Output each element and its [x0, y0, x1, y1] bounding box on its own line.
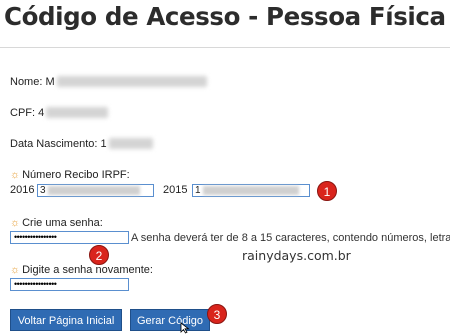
divider — [0, 47, 450, 48]
receipt-row: ☼ Número Recibo IRPF: — [10, 169, 130, 181]
name-label: Nome: M — [10, 76, 55, 88]
name-value-blurred — [56, 76, 207, 87]
step-badge-2: 2 — [89, 245, 109, 265]
year-a-label: 2016 — [10, 184, 35, 196]
page-title: Código de Acesso - Pessoa Física — [4, 2, 446, 31]
receipt-label: Número Recibo IRPF: — [22, 169, 130, 181]
cpf-value-blurred — [46, 107, 109, 118]
confirm-password-value: •••••••••••••••• — [14, 279, 57, 289]
name-row: Nome: M — [10, 76, 207, 88]
password-row: ☼ Crie uma senha: — [10, 217, 103, 229]
required-icon: ☼ — [10, 169, 21, 181]
receipt-2015-input[interactable]: 1 — [192, 184, 310, 197]
required-icon: ☼ — [10, 217, 21, 229]
cpf-label: CPF: 4 — [10, 107, 45, 119]
confirm-row: ☼ Digite a senha novamente: — [10, 264, 153, 276]
birth-label: Data Nascimento: 1 — [10, 138, 107, 150]
receipt-2016-input[interactable]: 3 — [37, 184, 154, 197]
password-hint: A senha deverá ter de 8 a 15 caracteres,… — [131, 232, 450, 244]
step-badge-3: 3 — [207, 304, 227, 324]
year-b-label: 2015 — [163, 184, 188, 196]
back-home-button[interactable]: Voltar Página Inicial — [10, 309, 122, 331]
password-value: •••••••••••••••• — [14, 232, 57, 242]
confirm-label: Digite a senha novamente: — [22, 264, 153, 276]
watermark: rainydays.com.br — [242, 248, 351, 263]
cursor-icon — [180, 322, 190, 334]
cpf-row: CPF: 4 — [10, 107, 109, 119]
receipt-2016-blurred — [48, 186, 140, 195]
birth-value-blurred — [108, 138, 153, 149]
confirm-password-input[interactable]: •••••••••••••••• — [10, 278, 129, 291]
password-label: Crie uma senha: — [22, 217, 103, 229]
required-icon: ☼ — [10, 264, 21, 276]
receipt-2015-value: 1 — [195, 185, 201, 196]
password-input[interactable]: •••••••••••••••• — [10, 231, 129, 244]
receipt-2015-blurred — [203, 186, 299, 195]
step-badge-1: 1 — [317, 181, 337, 201]
generate-code-button[interactable]: Gerar Código — [130, 309, 210, 331]
birth-row: Data Nascimento: 1 — [10, 138, 153, 150]
receipt-2016-value: 3 — [40, 185, 46, 196]
